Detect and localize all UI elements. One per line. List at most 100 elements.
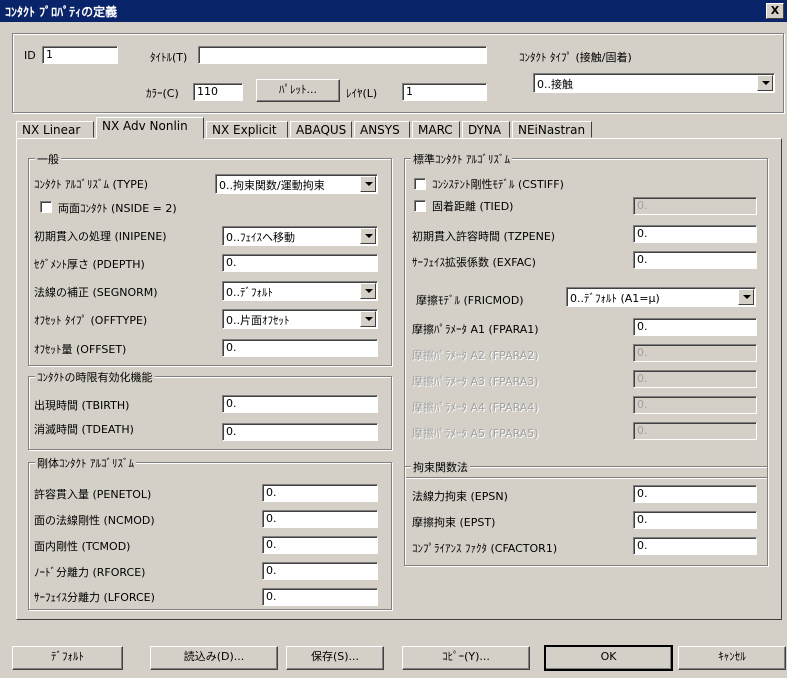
fricmod-label: 摩擦ﾓﾃﾞﾙ (FRICMOD) xyxy=(416,294,524,307)
epst-label: 摩擦拘束 (EPST) xyxy=(412,516,496,529)
death-input[interactable]: 0. xyxy=(222,423,378,441)
palette-button[interactable]: ﾊﾟﾚｯﾄ... xyxy=(256,79,340,102)
tab-ansys[interactable]: ANSYS xyxy=(354,121,410,138)
exfac-input[interactable]: 0. xyxy=(633,251,757,269)
death-label: 消滅時間 (TDEATH) xyxy=(34,423,134,436)
chevron-down-icon[interactable] xyxy=(360,283,376,299)
tied-label: 固着距離 (TIED) xyxy=(432,200,514,213)
penetol-label: 許容貫入量 (PENETOL) xyxy=(34,488,152,501)
fpara2-input: 0. xyxy=(633,344,757,362)
tcmod-label: 面内剛性 (TCMOD) xyxy=(34,540,131,553)
tab-marc[interactable]: MARC xyxy=(412,121,460,138)
default-button[interactable]: ﾃﾞﾌｫﾙﾄ xyxy=(12,646,123,670)
init-pen-select[interactable]: 0..ﾌｪｲｽへ移動 xyxy=(222,226,378,246)
segnorm-label: 法線の補正 (SEGNORM) xyxy=(34,286,158,299)
ncmod-input[interactable]: 0. xyxy=(262,510,378,528)
epsn-input[interactable]: 0. xyxy=(633,485,757,503)
offtype-value: 0..片面ｵﾌｾｯﾄ xyxy=(226,314,290,327)
init-pen-value: 0..ﾌｪｲｽへ移動 xyxy=(226,231,295,244)
offtype-label: ｵﾌｾｯﾄ ﾀｲﾌﾟ (OFFTYPE) xyxy=(34,314,148,327)
fpara1-input[interactable]: 0. xyxy=(633,318,757,336)
title-input[interactable] xyxy=(198,46,487,64)
chevron-down-icon[interactable] xyxy=(738,289,754,305)
tab-nx-linear[interactable]: NX Linear xyxy=(16,121,94,138)
epsn-label: 法線力拘束 (EPSN) xyxy=(412,490,508,503)
rigid-group-title: 剛体ｺﾝﾀｸﾄ ｱﾙｺﾞﾘｽﾞﾑ xyxy=(35,455,136,471)
contact-type-select[interactable]: 0..接触 xyxy=(533,73,775,93)
title-bar: ｺﾝﾀｸﾄ ﾌﾟﾛﾊﾟﾃｨの定義 X xyxy=(0,0,787,22)
tab-nx-adv-nonlin[interactable]: NX Adv Nonlin xyxy=(96,117,204,139)
close-button[interactable]: X xyxy=(766,3,784,19)
tzpene-input[interactable]: 0. xyxy=(633,225,757,243)
copy-button[interactable]: ｺﾋﾟｰ(Y)... xyxy=(402,646,530,670)
tab-neinastran[interactable]: NEiNastran xyxy=(512,121,592,138)
cfactor-input[interactable]: 0. xyxy=(633,537,757,555)
chevron-down-icon[interactable] xyxy=(360,228,376,244)
lforce-input[interactable]: 0. xyxy=(262,588,378,606)
window-title: ｺﾝﾀｸﾄ ﾌﾟﾛﾊﾟﾃｨの定義 xyxy=(5,5,118,19)
cfactor-label: ｺﾝﾌﾟﾗｲｱﾝｽ ﾌｧｸﾀ (CFACTOR1) xyxy=(412,542,558,555)
save-button[interactable]: 保存(S)... xyxy=(286,646,384,670)
birth-input[interactable]: 0. xyxy=(222,395,378,413)
offset-input[interactable]: 0. xyxy=(222,339,378,357)
constraint-group-title: 拘束関数法 xyxy=(411,459,470,475)
tcmod-input[interactable]: 0. xyxy=(262,536,378,554)
offtype-select[interactable]: 0..片面ｵﾌｾｯﾄ xyxy=(222,309,378,329)
two-sided-checkbox[interactable] xyxy=(40,201,52,213)
layer-label: ﾚｲﾔ(L) xyxy=(346,87,378,100)
tab-abaqus[interactable]: ABAQUS xyxy=(290,121,352,138)
fricmod-value: 0..ﾃﾞﾌｫﾙﾄ (A1=μ) xyxy=(570,292,660,305)
tzpene-label: 初期貫入許容時間 (TZPENE) xyxy=(412,230,556,243)
fpara3-label: 摩擦ﾊﾟﾗﾒｰﾀ A3 (FPARA3) xyxy=(412,375,539,388)
fpara5-input: 0. xyxy=(633,422,757,440)
chevron-down-icon[interactable] xyxy=(757,75,773,91)
id-label: ID xyxy=(24,49,36,62)
epst-input[interactable]: 0. xyxy=(633,511,757,529)
fpara1-label: 摩擦ﾊﾟﾗﾒｰﾀ A1 (FPARA1) xyxy=(412,323,539,336)
cancel-button[interactable]: ｷｬﾝｾﾙ xyxy=(678,646,786,670)
cstiff-label: ｺﾝｼｽﾃﾝﾄ剛性ﾓﾃﾞﾙ (CSTIFF) xyxy=(432,178,564,191)
load-button[interactable]: 読込み(D)... xyxy=(150,646,278,670)
tied-checkbox[interactable] xyxy=(414,200,426,212)
tab-dyna[interactable]: DYNA xyxy=(462,121,510,138)
lforce-label: ｻｰﾌｪｲｽ分離力 (LFORCE) xyxy=(34,591,155,604)
segnorm-value: 0..ﾃﾞﾌｫﾙﾄ xyxy=(226,286,273,299)
color-input[interactable]: 110 xyxy=(193,83,243,101)
rforce-label: ﾉｰﾄﾞ分離力 (RFORCE) xyxy=(34,566,146,579)
title-label: ﾀｲﾄﾙ(T) xyxy=(150,51,188,64)
contact-type-value: 0..接触 xyxy=(537,78,573,91)
fpara3-input: 0. xyxy=(633,370,757,388)
color-label: ｶﾗｰ(C) xyxy=(146,87,179,100)
exfac-label: ｻｰﾌｪｲｽ拡張係数 (EXFAC) xyxy=(412,256,536,269)
penetol-input[interactable]: 0. xyxy=(262,484,378,502)
general-group-title: 一般 xyxy=(35,151,61,167)
birth-label: 出現時間 (TBIRTH) xyxy=(34,399,130,412)
fpara4-label: 摩擦ﾊﾟﾗﾒｰﾀ A4 (FPARA4) xyxy=(412,401,539,414)
algorithm-label: ｺﾝﾀｸﾄ ｱﾙｺﾞﾘｽﾞﾑ (TYPE) xyxy=(34,178,149,191)
algorithm-value: 0..拘束関数/運動拘束 xyxy=(219,179,325,192)
fpara4-input: 0. xyxy=(633,396,757,414)
init-pen-label: 初期貫入の処理 (INIPENE) xyxy=(34,230,167,243)
seg-depth-label: ｾｸﾞﾒﾝﾄ厚さ (PDEPTH) xyxy=(34,258,145,271)
segnorm-select[interactable]: 0..ﾃﾞﾌｫﾙﾄ xyxy=(222,281,378,301)
two-sided-label: 両面ｺﾝﾀｸﾄ (NSIDE = 2) xyxy=(58,202,177,215)
chevron-down-icon[interactable] xyxy=(360,176,376,192)
algorithm-select[interactable]: 0..拘束関数/運動拘束 xyxy=(215,174,378,194)
seg-depth-input[interactable]: 0. xyxy=(222,254,378,272)
fpara2-label: 摩擦ﾊﾟﾗﾒｰﾀ A2 (FPARA2) xyxy=(412,349,539,362)
layer-input[interactable]: 1 xyxy=(402,83,487,101)
cstiff-checkbox[interactable] xyxy=(414,178,426,190)
offset-label: ｵﾌｾｯﾄ量 (OFFSET) xyxy=(34,343,127,356)
standard-group-title: 標準ｺﾝﾀｸﾄ ｱﾙｺﾞﾘｽﾞﾑ xyxy=(411,151,512,167)
id-input[interactable]: 1 xyxy=(42,46,118,64)
time-limit-group-title: ｺﾝﾀｸﾄの時限有効化機能 xyxy=(35,369,155,385)
tied-input: 0. xyxy=(633,197,757,215)
chevron-down-icon[interactable] xyxy=(360,311,376,327)
fricmod-select[interactable]: 0..ﾃﾞﾌｫﾙﾄ (A1=μ) xyxy=(566,287,756,307)
tab-nx-explicit[interactable]: NX Explicit xyxy=(206,121,288,138)
rforce-input[interactable]: 0. xyxy=(262,562,378,580)
contact-type-label: ｺﾝﾀｸﾄ ﾀｲﾌﾟ (接触/固着) xyxy=(519,51,632,64)
fpara5-label: 摩擦ﾊﾟﾗﾒｰﾀ A5 (FPARA5) xyxy=(412,427,539,440)
contact-property-dialog: ｺﾝﾀｸﾄ ﾌﾟﾛﾊﾟﾃｨの定義 X ID 1 ﾀｲﾄﾙ(T) ｺﾝﾀｸﾄ ﾀｲ… xyxy=(0,0,787,678)
ok-button[interactable]: OK xyxy=(544,645,673,671)
